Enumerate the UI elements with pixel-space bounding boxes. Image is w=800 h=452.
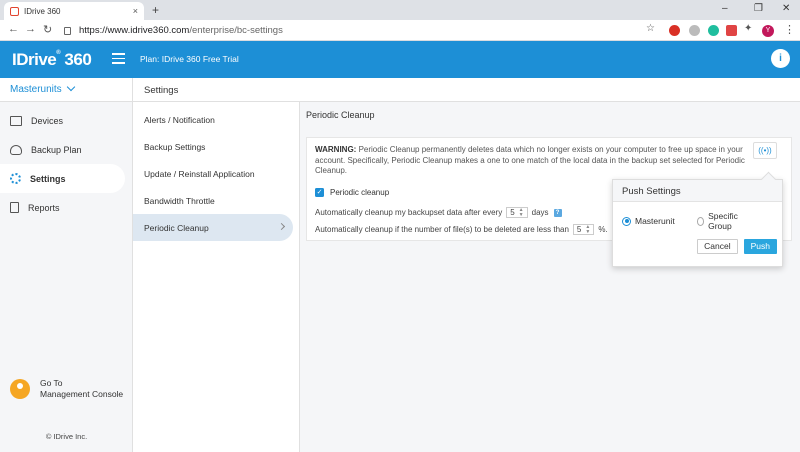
hamburger-menu-icon[interactable] <box>112 53 125 64</box>
url-field[interactable]: https://www.idrive360.com/enterprise/bc-… <box>64 22 664 39</box>
days-stepper[interactable]: 5 ▲ ▼ <box>506 207 528 218</box>
address-bar: ← → ↻ https://www.idrive360.com/enterpri… <box>0 20 800 41</box>
url-host: https://www.idrive360.com <box>79 25 190 36</box>
sidebar-item-settings[interactable]: Settings <box>0 164 125 193</box>
periodic-cleanup-checkbox[interactable]: ✓ Periodic cleanup <box>315 188 389 197</box>
document-icon <box>10 202 19 213</box>
browser-tab-bar: IDrive 360 × + – ❐ ✕ <box>0 0 800 20</box>
tab-title: IDrive 360 <box>24 6 61 16</box>
menu-alerts[interactable]: Alerts / Notification <box>133 106 299 133</box>
profile-avatar[interactable]: Y <box>762 25 774 37</box>
org-selector[interactable]: Masterunits <box>0 78 132 102</box>
copyright: © IDrive Inc. <box>45 432 88 441</box>
menu-periodic-cleanup[interactable]: Periodic Cleanup <box>133 214 293 241</box>
chevron-right-icon <box>277 222 286 231</box>
checkbox-checked-icon[interactable]: ✓ <box>315 188 324 197</box>
cleanup-percent-row: Automatically cleanup if the number of f… <box>315 223 608 235</box>
idrive-favicon-icon <box>10 6 19 16</box>
push-settings-popover: Push Settings Masterunit Specific Group … <box>612 179 783 267</box>
radio-unselected-icon[interactable] <box>696 216 705 226</box>
menu-backup-settings[interactable]: Backup Settings <box>133 133 299 160</box>
sidebar-item-devices[interactable]: Devices <box>0 106 132 135</box>
push-button[interactable]: Push <box>743 239 777 254</box>
extensions-puzzle-icon[interactable]: ✦ <box>744 23 752 34</box>
cancel-button[interactable]: Cancel <box>697 239 738 254</box>
plan-label: Plan: IDrive 360 Free Trial <box>140 54 239 64</box>
gear-icon <box>10 173 21 184</box>
url-path: /enterprise/bc-settings <box>189 25 283 36</box>
warning-text: WARNING: Periodic Cleanup permanently de… <box>315 145 745 175</box>
menu-bandwidth-throttle[interactable]: Bandwidth Throttle <box>133 187 299 214</box>
lock-icon <box>64 26 71 35</box>
extension-grey-icon[interactable] <box>689 25 700 36</box>
reload-icon[interactable]: ↻ <box>43 23 52 36</box>
help-icon[interactable]: ? <box>553 208 562 217</box>
push-settings-icon[interactable]: ((•)) <box>753 142 777 159</box>
info-icon[interactable]: i <box>771 49 790 68</box>
back-arrow-icon[interactable]: ← <box>8 23 19 35</box>
browser-tab[interactable]: IDrive 360 × <box>4 2 144 20</box>
sidebar-item-backup-plan[interactable]: Backup Plan <box>0 135 132 164</box>
sidebar: Masterunits Devices Backup Plan Settings… <box>0 78 133 452</box>
user-avatar-icon <box>10 379 30 399</box>
tab-close-icon[interactable]: × <box>133 6 138 16</box>
app-header: IDrive® 360 Plan: IDrive 360 Free Trial … <box>0 41 800 78</box>
popover-title: Push Settings <box>613 180 782 202</box>
close-window-button[interactable]: ✕ <box>782 3 790 14</box>
settings-menu: Alerts / Notification Backup Settings Up… <box>133 102 300 452</box>
extension-red-icon[interactable] <box>669 25 680 36</box>
main-panel: Periodic Cleanup WARNING: Periodic Clean… <box>300 102 800 452</box>
chevron-down-icon <box>66 82 75 92</box>
bookmark-star-icon[interactable]: ☆ <box>646 23 655 34</box>
radio-selected-icon[interactable] <box>622 216 631 226</box>
cleanup-days-row: Automatically cleanup my backupset data … <box>315 207 562 218</box>
radio-masterunit[interactable]: Masterunit <box>622 211 675 231</box>
extension-square-icon[interactable] <box>726 25 737 36</box>
restore-button[interactable]: ❐ <box>754 3 763 14</box>
page-title: Settings <box>133 78 800 102</box>
section-title: Periodic Cleanup <box>306 110 375 120</box>
new-tab-button[interactable]: + <box>152 3 159 17</box>
menu-update-reinstall[interactable]: Update / Reinstall Application <box>133 160 299 187</box>
go-to-console-link[interactable]: Go To Management Console <box>10 378 123 400</box>
sidebar-item-reports[interactable]: Reports <box>0 193 132 222</box>
minimize-button[interactable]: – <box>722 3 728 14</box>
radio-specific-group[interactable]: Specific Group <box>696 211 751 231</box>
cloud-icon <box>10 144 22 155</box>
monitor-icon <box>10 115 22 126</box>
browser-menu-icon[interactable]: ⋮ <box>784 23 795 36</box>
extension-green-icon[interactable] <box>708 25 719 36</box>
idrive-logo[interactable]: IDrive® 360 <box>12 50 92 70</box>
forward-arrow-icon[interactable]: → <box>25 23 36 35</box>
percent-stepper[interactable]: 5 ▲ ▼ <box>572 224 595 235</box>
